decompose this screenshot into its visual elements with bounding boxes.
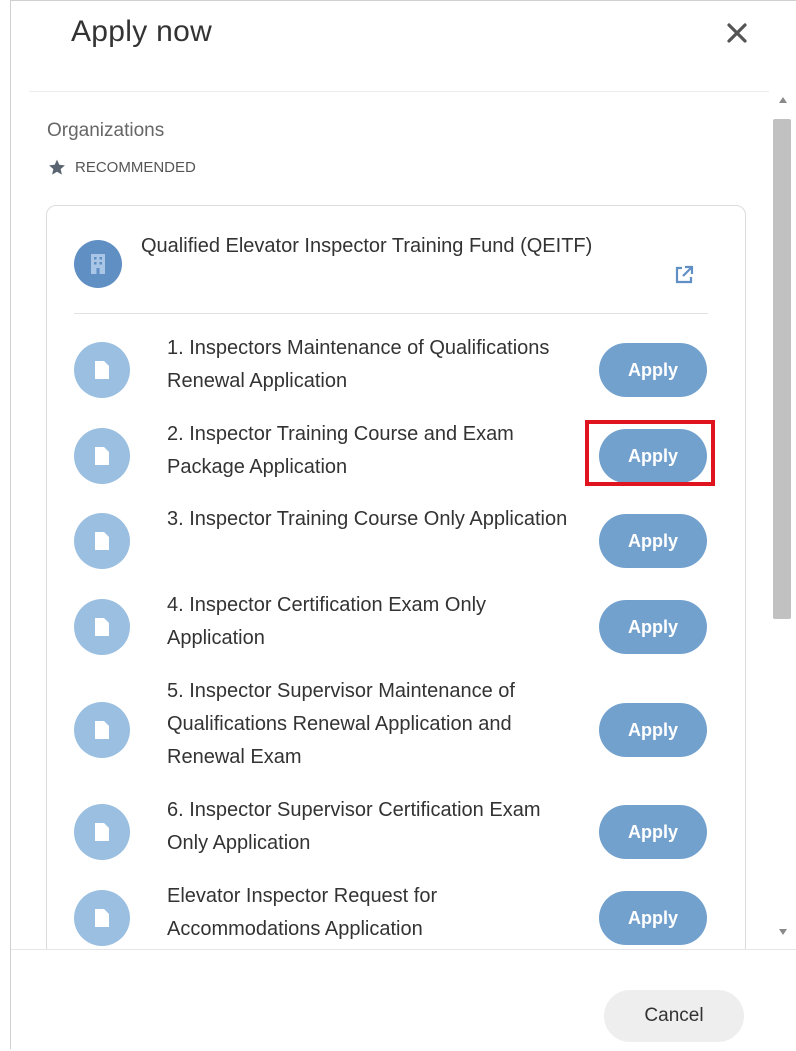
application-label: 6. Inspector Supervisor Certification Ex…: [167, 799, 541, 854]
dialog-body[interactable]: Organizations RECOMMENDED Qualified Elev…: [29, 91, 769, 950]
cancel-button[interactable]: Cancel: [604, 990, 744, 1042]
building-icon: [91, 254, 105, 274]
recommended-label: RECOMMENDED: [75, 159, 196, 176]
scroll-down-icon[interactable]: [779, 929, 787, 935]
divider: [74, 313, 708, 314]
apply-button[interactable]: Apply: [599, 343, 707, 397]
section-label: Organizations: [47, 120, 165, 141]
dialog-header: Apply now: [11, 1, 796, 91]
apply-button[interactable]: Apply: [599, 429, 707, 483]
apply-button[interactable]: Apply: [599, 805, 707, 859]
organization-avatar: [74, 240, 122, 288]
application-label: 4. Inspector Certification Exam Only App…: [167, 594, 487, 649]
scrollbar[interactable]: [773, 91, 793, 949]
organization-row: Qualified Elevator Inspector Training Fu…: [74, 228, 718, 308]
recommended-badge: RECOMMENDED: [47, 158, 196, 177]
organization-card: Qualified Elevator Inspector Training Fu…: [46, 205, 746, 950]
dialog-footer: Cancel: [11, 949, 796, 1051]
document-icon: [74, 804, 130, 860]
document-icon: [74, 702, 130, 758]
document-icon: [74, 513, 130, 569]
application-label: 1. Inspectors Maintenance of Qualificati…: [167, 337, 550, 392]
document-icon: [74, 428, 130, 484]
application-label: Elevator Inspector Request for Accommoda…: [167, 885, 438, 940]
document-icon: [74, 599, 130, 655]
organization-name: Qualified Elevator Inspector Training Fu…: [141, 235, 593, 257]
external-link-button[interactable]: [672, 263, 698, 289]
application-label: 3. Inspector Training Course Only Applic…: [167, 508, 568, 530]
scroll-up-icon[interactable]: [779, 97, 787, 103]
apply-button[interactable]: Apply: [599, 703, 707, 757]
apply-button[interactable]: Apply: [599, 514, 707, 568]
document-icon: [74, 342, 130, 398]
application-label: 5. Inspector Supervisor Maintenance of Q…: [167, 680, 515, 768]
dialog-title: Apply now: [71, 15, 213, 48]
apply-now-dialog: Apply now Organizations RECOMMENDED Qual…: [10, 0, 796, 1049]
apply-button[interactable]: Apply: [599, 891, 707, 945]
scrollbar-thumb[interactable]: [773, 119, 791, 619]
apply-button[interactable]: Apply: [599, 600, 707, 654]
external-link-icon: [675, 265, 694, 284]
document-icon: [74, 890, 130, 946]
application-label: 2. Inspector Training Course and Exam Pa…: [167, 423, 514, 478]
close-button[interactable]: [719, 15, 755, 51]
star-icon: [49, 159, 65, 175]
close-icon: [727, 23, 747, 43]
